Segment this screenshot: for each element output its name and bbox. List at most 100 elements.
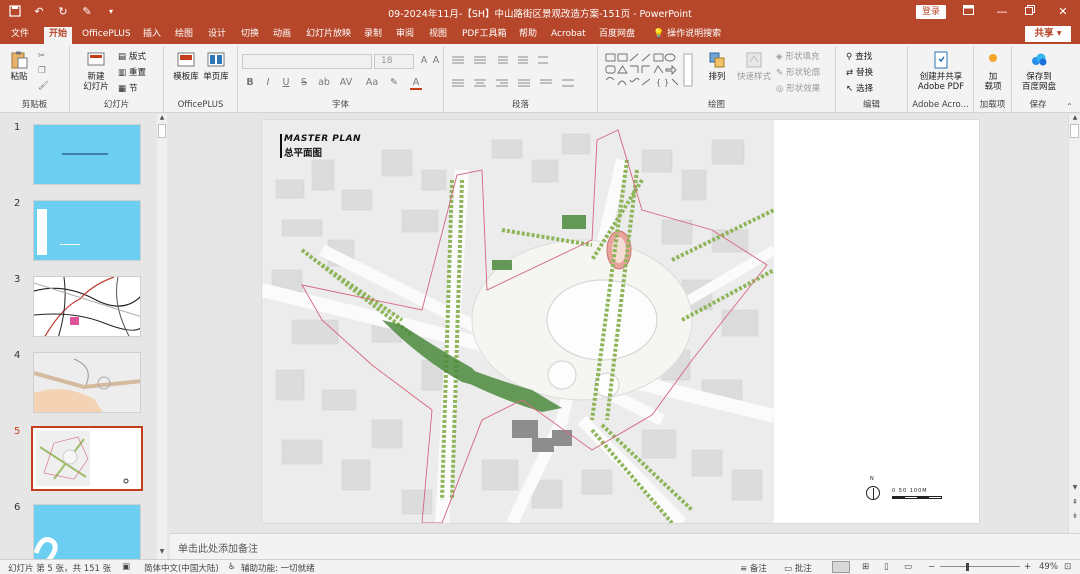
font-name-input[interactable] xyxy=(242,54,372,69)
paste-label: 粘贴 xyxy=(10,72,28,82)
text-shadow-button[interactable]: ab xyxy=(316,77,332,88)
shape-effects-button[interactable]: ◎ 形状效果 xyxy=(776,82,820,96)
decrease-font-icon[interactable]: A xyxy=(430,55,442,66)
customize-qat-icon[interactable]: ▾ xyxy=(104,4,118,18)
slide-thumbnail-5[interactable] xyxy=(31,426,143,491)
zoom-out-icon[interactable]: − xyxy=(928,562,935,572)
tab-pdf-toolbox[interactable]: PDF工具箱 xyxy=(457,27,512,44)
change-case-button[interactable]: Aa xyxy=(364,77,380,88)
tab-slideshow[interactable]: 幻灯片放映 xyxy=(301,27,356,44)
scroll-down-icon[interactable]: ▼ xyxy=(1070,484,1080,494)
section-button[interactable]: ▦ 节 xyxy=(118,82,138,96)
cut-button[interactable]: ✂ xyxy=(38,49,45,63)
slide-thumbnail-1[interactable] xyxy=(33,124,141,185)
zoom-slider-track[interactable] xyxy=(940,566,1020,567)
shapes-gallery-icon[interactable]: {} xyxy=(604,52,694,88)
zoom-level[interactable]: 49% xyxy=(1039,562,1058,572)
arrange-button[interactable]: 排列 xyxy=(702,50,732,82)
tell-me-search[interactable]: 💡 操作说明搜索 xyxy=(648,27,726,44)
undo-icon[interactable]: ↶ xyxy=(32,4,46,18)
scroll-up-icon[interactable]: ▲ xyxy=(1070,114,1080,124)
copy-button[interactable]: ❐ xyxy=(38,64,46,78)
font-size-input[interactable]: 18 xyxy=(374,54,414,69)
save-icon[interactable] xyxy=(8,4,22,18)
shape-fill-button[interactable]: ◈ 形状填充 xyxy=(776,50,820,64)
slide-thumbnail-2[interactable] xyxy=(33,200,141,261)
minimize-icon[interactable]: — xyxy=(992,3,1012,21)
reading-view-icon[interactable]: ▯ xyxy=(884,562,889,572)
scroll-up-icon[interactable]: ▲ xyxy=(157,114,167,122)
save-to-baidu-button[interactable]: 保存到 百度网盘 xyxy=(1016,50,1062,92)
share-button[interactable]: 共享 ▾ xyxy=(1025,26,1071,42)
tab-draw[interactable]: 绘图 xyxy=(170,27,198,44)
comments-toggle[interactable]: ▭ 批注 xyxy=(784,562,812,574)
new-slide-button[interactable]: 新建 幻灯片 xyxy=(78,50,114,92)
single-page-library-button[interactable]: 单页库 xyxy=(202,50,230,82)
login-button[interactable]: 登录 xyxy=(916,5,946,19)
italic-button[interactable]: I xyxy=(262,77,274,88)
fit-to-window-icon[interactable]: ⊡ xyxy=(1064,562,1071,572)
replace-button[interactable]: ⇄ 替换 xyxy=(846,66,873,80)
paste-button[interactable]: 粘贴 xyxy=(6,50,32,82)
tab-acrobat[interactable]: Acrobat xyxy=(546,27,591,44)
slide-scroll-thumb[interactable] xyxy=(1070,124,1079,138)
addins-button[interactable]: 加 载项 xyxy=(978,50,1008,92)
tab-file[interactable]: 文件 xyxy=(6,27,34,44)
collapse-ribbon-icon[interactable]: ⌃ xyxy=(1066,102,1073,111)
next-slide-icon[interactable]: ⇟ xyxy=(1070,512,1080,522)
close-icon[interactable]: ✕ xyxy=(1053,3,1073,21)
shape-outline-button[interactable]: ✎ 形状轮廓 xyxy=(776,66,820,80)
zoom-slider-thumb[interactable] xyxy=(966,563,969,571)
tab-officeplus[interactable]: OfficePLUS xyxy=(77,27,136,44)
normal-view-button[interactable] xyxy=(832,561,850,573)
increase-font-icon[interactable]: A xyxy=(418,55,430,66)
tab-help[interactable]: 帮助 xyxy=(514,27,542,44)
scroll-down-icon[interactable]: ▼ xyxy=(157,548,167,556)
current-slide[interactable]: MASTER PLAN 总平面图 N 0 50 100M xyxy=(262,120,979,523)
previous-slide-icon[interactable]: ⇞ xyxy=(1070,498,1080,508)
slide-thumbnail-6[interactable] xyxy=(33,504,141,560)
tab-design[interactable]: 设计 xyxy=(203,27,231,44)
tab-insert[interactable]: 插入 xyxy=(138,27,166,44)
template-library-button[interactable]: 模板库 xyxy=(172,50,200,82)
slide-thumbnail-3[interactable] xyxy=(33,276,141,337)
svg-text:{: { xyxy=(656,78,661,87)
strikethrough-button[interactable]: S xyxy=(298,77,310,88)
restore-icon[interactable] xyxy=(1020,3,1040,21)
quick-styles-button[interactable]: 快速样式 xyxy=(734,50,774,82)
create-share-pdf-button[interactable]: 创建并共享 Adobe PDF xyxy=(912,50,970,92)
tab-home[interactable]: 开始 xyxy=(44,27,73,44)
zoom-in-icon[interactable]: + xyxy=(1024,562,1031,572)
section-icon: ▦ xyxy=(118,84,127,94)
thumbnail-scrollbar[interactable]: ▲ ▼ xyxy=(157,114,167,560)
slide-scrollbar[interactable]: ▲ ▼ ⇞ ⇟ xyxy=(1068,114,1080,533)
notes-pane[interactable]: 单击此处添加备注 xyxy=(170,533,1080,559)
select-button[interactable]: ↖ 选择 xyxy=(846,82,873,96)
tab-view[interactable]: 视图 xyxy=(424,27,452,44)
tab-baidu-netdisk[interactable]: 百度网盘 xyxy=(594,27,640,44)
ribbon-display-icon[interactable] xyxy=(958,3,978,21)
underline-button[interactable]: U xyxy=(280,77,292,88)
tab-review[interactable]: 审阅 xyxy=(391,27,419,44)
format-painter-button[interactable]: 🖌 xyxy=(38,79,49,93)
notes-toggle[interactable]: ≡ 备注 xyxy=(740,562,767,574)
thumbnail-scroll-thumb[interactable] xyxy=(158,124,166,138)
accessibility-status[interactable]: 辅助功能: 一切就绪 xyxy=(241,562,315,574)
format-painter-icon[interactable]: ✎ xyxy=(80,4,94,18)
font-color-button[interactable]: A xyxy=(410,77,422,90)
bold-button[interactable]: B xyxy=(244,77,256,88)
language-indicator[interactable]: 简体中文(中国大陆) xyxy=(144,562,219,574)
layout-button[interactable]: ▤ 版式 xyxy=(118,50,146,64)
highlight-icon[interactable]: ✎ xyxy=(388,77,400,88)
tab-animations[interactable]: 动画 xyxy=(268,27,296,44)
reset-button[interactable]: ▥ 重置 xyxy=(118,66,146,80)
slide-thumbnail-4[interactable] xyxy=(33,352,141,413)
spellcheck-icon[interactable]: ▣ xyxy=(122,562,130,572)
slideshow-icon[interactable]: ▭ xyxy=(904,562,912,572)
slide-sorter-icon[interactable]: ⊞ xyxy=(862,562,869,572)
tab-transitions[interactable]: 切换 xyxy=(236,27,264,44)
tab-record[interactable]: 录制 xyxy=(359,27,387,44)
find-button[interactable]: ⚲ 查找 xyxy=(846,50,872,64)
character-spacing-button[interactable]: AV xyxy=(338,77,354,88)
redo-icon[interactable]: ↻ xyxy=(56,4,70,18)
